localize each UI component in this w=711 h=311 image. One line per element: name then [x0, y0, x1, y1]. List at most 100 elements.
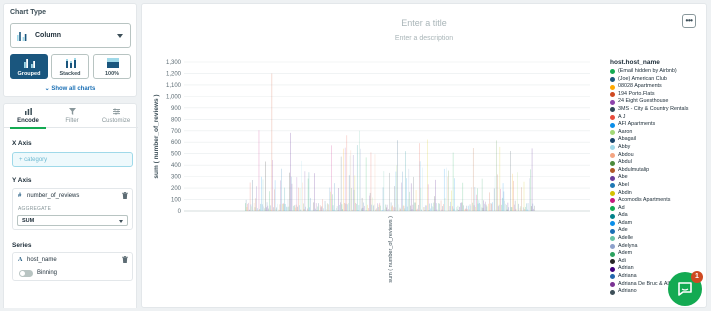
column-bar[interactable]: [410, 183, 412, 211]
legend-item[interactable]: Adem: [610, 250, 706, 258]
column-bar[interactable]: [382, 187, 384, 211]
column-bar[interactable]: [360, 148, 361, 211]
column-bar[interactable]: [334, 183, 335, 211]
column-bar[interactable]: [262, 179, 264, 211]
column-bar[interactable]: [446, 167, 447, 211]
column-bar[interactable]: [477, 188, 478, 211]
column-bar[interactable]: [426, 205, 427, 211]
column-bar[interactable]: [419, 143, 420, 211]
column-bar[interactable]: [390, 202, 392, 211]
column-bar[interactable]: [416, 209, 418, 211]
column-bar[interactable]: [310, 197, 311, 211]
column-bar[interactable]: [268, 208, 269, 211]
column-bar[interactable]: [260, 203, 261, 211]
column-bar[interactable]: [458, 210, 460, 211]
column-bar[interactable]: [523, 181, 525, 211]
column-bar[interactable]: [361, 208, 362, 211]
column-bar[interactable]: [462, 182, 464, 211]
column-bar[interactable]: [254, 207, 256, 211]
column-bar[interactable]: [272, 160, 273, 211]
column-bar[interactable]: [318, 203, 319, 211]
column-bar[interactable]: [358, 205, 360, 211]
column-bar[interactable]: [381, 210, 383, 211]
column-bar[interactable]: [519, 208, 521, 211]
column-bar[interactable]: [435, 203, 437, 211]
column-bar[interactable]: [295, 204, 297, 211]
column-bar[interactable]: [451, 190, 452, 211]
column-bar[interactable]: [376, 208, 377, 211]
column-bar[interactable]: [281, 168, 282, 211]
column-bar[interactable]: [278, 210, 280, 211]
column-bar[interactable]: [488, 203, 489, 211]
column-bar[interactable]: [408, 168, 410, 211]
column-bar[interactable]: [524, 209, 526, 211]
column-bar[interactable]: [472, 202, 473, 211]
column-bar[interactable]: [395, 171, 397, 211]
column-bar[interactable]: [418, 204, 419, 211]
column-bar[interactable]: [456, 209, 458, 211]
column-bar[interactable]: [421, 209, 422, 211]
column-bar[interactable]: [373, 204, 375, 211]
column-bar[interactable]: [398, 209, 400, 211]
column-bar[interactable]: [510, 150, 511, 211]
column-bar[interactable]: [378, 204, 380, 211]
column-bar[interactable]: [253, 203, 255, 211]
column-bar[interactable]: [525, 206, 526, 211]
column-bar[interactable]: [406, 206, 408, 211]
column-bar[interactable]: [427, 139, 428, 211]
more-options-button[interactable]: •••: [682, 14, 696, 28]
column-bar[interactable]: [308, 172, 310, 211]
column-bar[interactable]: [368, 208, 369, 211]
column-bar[interactable]: [339, 204, 340, 211]
column-bar[interactable]: [435, 179, 436, 211]
column-bar[interactable]: [384, 209, 385, 211]
column-bar[interactable]: [363, 202, 364, 211]
column-bar[interactable]: [372, 197, 373, 211]
column-bar[interactable]: [483, 200, 484, 211]
column-bar[interactable]: [454, 178, 455, 211]
column-bar[interactable]: [361, 197, 363, 211]
legend-item[interactable]: 08028 Apartments: [610, 83, 706, 91]
legend-item[interactable]: Abdou: [610, 152, 706, 160]
column-bar[interactable]: [373, 205, 374, 211]
column-bar[interactable]: [257, 210, 259, 211]
column-bar[interactable]: [427, 184, 429, 211]
column-bar[interactable]: [307, 208, 308, 211]
column-bar[interactable]: [315, 208, 316, 211]
column-bar[interactable]: [415, 190, 417, 211]
column-bar[interactable]: [428, 210, 430, 211]
column-bar[interactable]: [447, 176, 448, 211]
column-bar[interactable]: [423, 207, 425, 211]
legend-item[interactable]: Aaron: [610, 129, 706, 137]
column-bar[interactable]: [286, 207, 288, 211]
column-bar[interactable]: [256, 186, 257, 211]
column-bar[interactable]: [255, 198, 257, 211]
column-bar[interactable]: [493, 188, 495, 211]
column-bar[interactable]: [275, 208, 277, 211]
column-bar[interactable]: [301, 160, 302, 211]
column-bar[interactable]: [307, 178, 309, 211]
column-bar[interactable]: [270, 209, 272, 211]
column-bar[interactable]: [386, 204, 388, 211]
column-bar[interactable]: [357, 210, 359, 211]
column-bar[interactable]: [450, 201, 451, 211]
column-bar[interactable]: [367, 204, 368, 211]
column-bar[interactable]: [336, 208, 337, 211]
legend-item[interactable]: Abe: [610, 174, 706, 182]
column-bar[interactable]: [518, 203, 519, 211]
column-bar[interactable]: [299, 187, 301, 211]
column-bar[interactable]: [273, 207, 274, 211]
column-bar[interactable]: [429, 203, 431, 211]
column-bar[interactable]: [283, 203, 285, 211]
column-bar[interactable]: [477, 203, 479, 211]
column-bar[interactable]: [513, 180, 514, 211]
legend-item[interactable]: Ada: [610, 212, 706, 220]
column-bar[interactable]: [452, 206, 453, 211]
column-bar[interactable]: [258, 130, 260, 211]
column-bar[interactable]: [333, 209, 335, 211]
column-bar[interactable]: [315, 203, 317, 211]
column-bar[interactable]: [465, 208, 467, 211]
column-bar[interactable]: [492, 202, 493, 211]
column-bar[interactable]: [456, 207, 457, 211]
column-bar[interactable]: [282, 203, 283, 211]
